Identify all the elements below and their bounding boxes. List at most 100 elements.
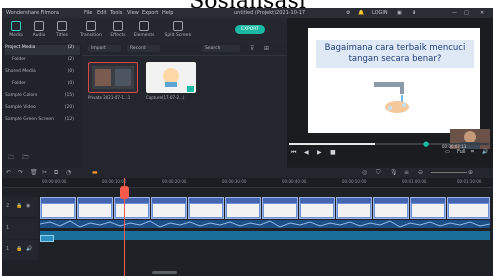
stop-icon[interactable]: ■ — [330, 149, 336, 156]
sidebar-item-sample-colors[interactable]: Sample Colors (15) — [5, 93, 80, 103]
audio-track-2[interactable] — [40, 231, 490, 240]
tab-effects[interactable]: Effects — [107, 20, 129, 41]
login-link[interactable]: LOGIN — [372, 10, 388, 16]
media-library: Import Record Search ⊽ ⊞ Private 2021-07… — [82, 43, 287, 168]
delete-icon[interactable]: 🗑 — [30, 169, 38, 176]
menu-tools[interactable]: Tools — [110, 10, 122, 16]
timeline-clip[interactable] — [225, 197, 261, 219]
sidebar-item-folder[interactable]: Folder (2) — [12, 57, 80, 67]
timeline-clip[interactable] — [40, 197, 76, 219]
step-back-icon[interactable]: ◀ — [304, 149, 309, 156]
track-header-video: 2 🔒 ◉ — [2, 197, 38, 217]
thumb-caption: Private 2021-07-1...1 — [88, 95, 131, 100]
monitor-icon[interactable]: ▭ — [445, 149, 450, 155]
menu-view[interactable]: View — [127, 10, 139, 16]
undo-icon[interactable]: ↶ — [6, 169, 11, 176]
marker-icon[interactable]: ⛉ — [376, 169, 381, 177]
track-header-audio: 1 — [2, 219, 38, 239]
color-icon[interactable]: ▬ — [92, 169, 98, 176]
menu-export[interactable]: Export — [142, 10, 158, 16]
gear-icon[interactable]: ⚙ — [346, 10, 350, 16]
timeline-clip[interactable] — [188, 197, 224, 219]
render-icon[interactable]: ◎ — [362, 169, 367, 176]
timeline-clip[interactable] — [151, 197, 187, 219]
timeline-clip[interactable] — [114, 197, 150, 219]
filter-icon[interactable]: ⊽ — [250, 45, 254, 52]
eye-icon[interactable]: ◉ — [26, 203, 30, 209]
split-screen-icon — [173, 21, 183, 31]
voiceover-icon[interactable]: 🎙 — [390, 169, 398, 176]
crop-icon[interactable]: ⧉ — [54, 169, 58, 177]
tab-audio[interactable]: Audio — [28, 20, 50, 41]
video-thumbnail-icon — [92, 66, 134, 89]
record-dropdown[interactable]: Record — [127, 45, 160, 52]
ruler-tick: 00:00:20:00 — [162, 179, 187, 184]
tab-elements[interactable]: Elements — [133, 20, 155, 41]
audio-waveform-track[interactable] — [39, 220, 491, 228]
music-icon — [34, 21, 44, 31]
playhead-handle[interactable] — [120, 186, 129, 199]
zoom-out-icon[interactable]: ⊖ — [418, 169, 423, 176]
menu-file[interactable]: File — [84, 10, 92, 16]
prev-frame-icon[interactable]: ⏮ — [291, 149, 296, 157]
tab-split-screen[interactable]: Split Screen — [164, 20, 192, 41]
sidebar-item-shared-folder[interactable]: Folder (0) — [12, 81, 80, 91]
folder-icon[interactable]: 🗁 — [22, 153, 29, 163]
timeline-clip[interactable] — [410, 197, 446, 219]
sidebar-item-sample-video[interactable]: Sample Video (20) — [5, 105, 80, 115]
export-button[interactable]: EXPORT — [235, 25, 265, 34]
media-thumb-image[interactable] — [146, 62, 196, 93]
import-dropdown[interactable]: Import — [88, 45, 121, 52]
ruler-tick: 00:01:00:00 — [402, 179, 427, 184]
timeline-clip[interactable] — [299, 197, 335, 219]
lock-icon[interactable]: 🔒 — [16, 246, 22, 252]
menu-help[interactable]: Help — [162, 10, 173, 16]
camera-icon[interactable]: ⌗ — [471, 149, 474, 155]
app-name: Wondershare Filmora — [6, 10, 59, 16]
thumb-caption: Capture(17-07-2...) — [146, 95, 185, 100]
progress-handle-icon[interactable]: ● — [423, 140, 429, 148]
track-number: 2 — [6, 203, 10, 209]
volume-icon[interactable]: 🔊 — [482, 149, 488, 155]
play-icon[interactable]: ▶ — [317, 149, 322, 156]
cut-icon[interactable]: ✂ — [42, 169, 47, 176]
timeline-scrollbar[interactable] — [152, 271, 177, 274]
filmora-window: Wondershare Filmora File Edit Tools View… — [2, 8, 493, 276]
download-icon[interactable]: ⬇ — [412, 10, 416, 16]
timeline-clip[interactable] — [373, 197, 409, 219]
timeline-clip[interactable] — [77, 197, 113, 219]
speed-icon[interactable]: ◔ — [66, 169, 71, 176]
sidebar-item-project-media[interactable]: Project Media (2) — [5, 45, 80, 55]
tab-titles[interactable]: Titles — [51, 20, 73, 41]
waveform-icon — [39, 220, 491, 228]
speaker-icon[interactable]: 🔊 — [26, 246, 32, 252]
timeline-clip[interactable] — [336, 197, 372, 219]
quality-select[interactable]: Full — [457, 149, 466, 155]
zoom-in-icon[interactable]: ⊕ — [468, 169, 473, 176]
sidebar-item-sample-green-screen[interactable]: Sample Green Screen (12) — [5, 117, 80, 127]
media-icon — [11, 21, 21, 31]
caption-clip[interactable] — [40, 235, 54, 242]
sidebar-item-shared-media[interactable]: Shared Media (0) — [5, 69, 80, 79]
menu-edit[interactable]: Edit — [97, 10, 107, 16]
tab-media[interactable]: Media — [5, 20, 27, 41]
timeline-clip[interactable] — [262, 197, 298, 219]
close-icon[interactable]: ✕ — [480, 10, 484, 16]
minimize-icon[interactable]: — — [452, 10, 457, 16]
bell-icon[interactable]: 🔔 — [358, 10, 364, 16]
new-folder-icon[interactable]: 🗀 — [8, 153, 14, 163]
audio-mix-icon[interactable]: ≡ — [404, 169, 409, 176]
lock-icon[interactable]: 🔒 — [16, 203, 22, 209]
zoom-slider[interactable] — [431, 172, 467, 173]
transition-icon — [86, 21, 96, 31]
main-toolbar: Media Audio Titles Transition Effects El… — [2, 18, 287, 43]
search-input[interactable]: Search — [202, 45, 240, 52]
maximize-icon[interactable]: □ — [464, 10, 469, 16]
elements-icon — [139, 21, 149, 31]
media-thumb-video[interactable] — [88, 62, 138, 93]
grid-view-icon[interactable]: ⊞ — [264, 45, 269, 52]
timeline-clip[interactable] — [447, 197, 490, 219]
tab-transition[interactable]: Transition — [80, 20, 102, 41]
save-icon[interactable]: ▣ — [397, 10, 402, 16]
redo-icon[interactable]: ↷ — [18, 169, 23, 176]
